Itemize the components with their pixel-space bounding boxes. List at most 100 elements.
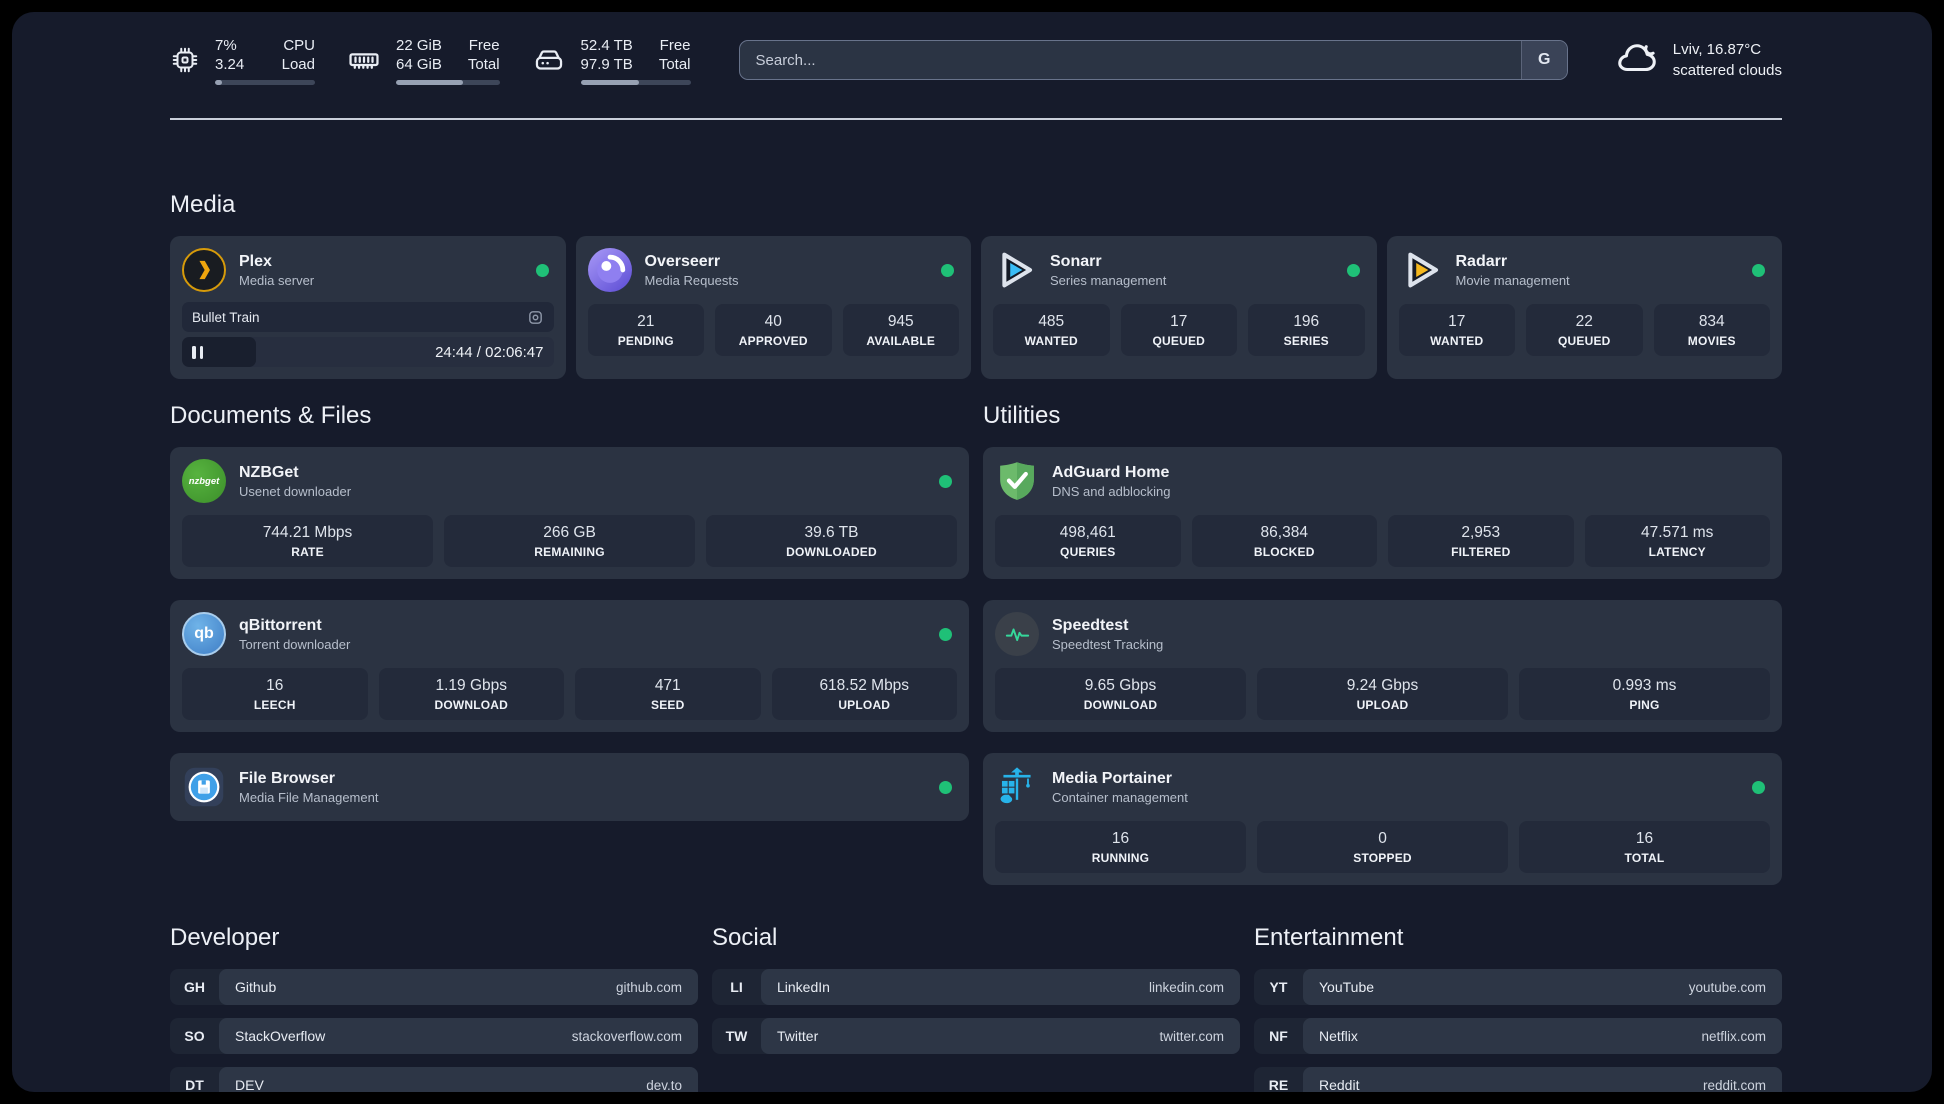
stat-label: QUEUED — [1152, 334, 1206, 348]
stat-value: 945 — [887, 313, 914, 330]
stat-label: FILTERED — [1451, 545, 1511, 559]
stat-label: WANTED — [1430, 334, 1484, 348]
qbittorrent-icon: qb — [182, 612, 226, 656]
stat-value: 471 — [654, 677, 681, 694]
stat-box: 17 WANTED — [1398, 304, 1515, 356]
app-card[interactable]: Media Portainer Container management 16 … — [983, 753, 1782, 885]
app-card[interactable]: File Browser Media File Management — [170, 753, 969, 821]
stat-box: 471 SEED — [575, 668, 761, 720]
link-url: youtube.com — [1688, 979, 1766, 995]
utilities-cards: AdGuard Home DNS and adblocking 498,461 … — [983, 447, 1782, 885]
link-section: Entertainment YT YouTube youtube.com NF … — [1254, 923, 1782, 1092]
session-icon[interactable] — [527, 309, 544, 326]
stat-box: 40 APPROVED — [715, 304, 832, 356]
nzbget-icon: nzbget — [182, 459, 226, 503]
weather-condition: scattered clouds — [1672, 62, 1782, 79]
stat-box: 9.24 Gbps UPLOAD — [1257, 668, 1508, 720]
bookmark-link[interactable]: DT DEV dev.to — [170, 1067, 698, 1092]
app-description: Series management — [1050, 272, 1167, 288]
stat-value: 47.571 ms — [1641, 524, 1714, 541]
link-name: Netflix — [1319, 1028, 1358, 1044]
app-card[interactable]: Overseerr Media Requests 21 PENDING 40 A… — [575, 236, 971, 379]
status-dot — [1346, 263, 1360, 277]
status-dot — [939, 627, 952, 641]
link-badge: YT — [1269, 979, 1288, 995]
bookmark-link[interactable]: YT YouTube youtube.com — [1254, 969, 1782, 1005]
status-dot — [535, 263, 549, 277]
stat-value: 9.24 Gbps — [1346, 677, 1419, 694]
filebrowser-icon — [182, 765, 226, 809]
link-url: twitter.com — [1159, 1028, 1224, 1044]
status-dot — [941, 263, 954, 277]
app-description: Usenet downloader — [239, 483, 352, 499]
link-section: Developer GH Github github.com SO StackO… — [170, 923, 698, 1092]
stat-value: 744.21 Mbps — [262, 524, 353, 541]
stat-box: 618.52 Mbps UPLOAD — [771, 668, 957, 720]
link-name: StackOverflow — [235, 1028, 326, 1044]
stat-label: LATENCY — [1648, 545, 1706, 559]
status-dot — [939, 780, 952, 794]
weather-location-temp: Lviv, 16.87°C — [1672, 41, 1762, 58]
stat-box: 47.571 ms LATENCY — [1584, 515, 1770, 567]
stat-bottom-value: 64 GiB — [396, 56, 442, 73]
section-documents: Documents & Files nzbget NZBGet Usenet d… — [170, 401, 969, 821]
stat-label: LEECH — [253, 698, 296, 712]
app-card[interactable]: Speedtest Speedtest Tracking 9.65 Gbps D… — [983, 600, 1782, 732]
app-description: Media File Management — [239, 789, 379, 805]
stat-value: 0.993 ms — [1612, 677, 1677, 694]
stat-value: 1.19 Gbps — [435, 677, 508, 694]
app-description: DNS and adblocking — [1052, 483, 1171, 499]
link-badge: LI — [730, 979, 743, 995]
link-name: Github — [235, 979, 277, 995]
stat-label: REMAINING — [534, 545, 605, 559]
bookmark-link[interactable]: TW Twitter twitter.com — [712, 1018, 1240, 1054]
app-card[interactable]: AdGuard Home DNS and adblocking 498,461 … — [983, 447, 1782, 579]
app-card[interactable]: Plex Media server Bullet Train 24:44 / 0… — [170, 236, 566, 379]
app-card[interactable]: nzbget NZBGet Usenet downloader 744.21 M… — [170, 447, 969, 579]
stat-box: 39.6 TB DOWNLOADED — [706, 515, 957, 567]
usage-bar — [580, 79, 691, 85]
stat-label: DOWNLOAD — [434, 698, 509, 712]
stat-value: 21 — [637, 313, 655, 330]
stat-label: PING — [1629, 698, 1660, 712]
bookmark-link[interactable]: LI LinkedIn linkedin.com — [712, 969, 1240, 1005]
stat-label: QUEUED — [1557, 334, 1611, 348]
pause-icon[interactable] — [192, 345, 203, 359]
app-stats: 498,461 QUERIES 86,384 BLOCKED 2,953 FIL… — [995, 515, 1770, 567]
portainer-icon — [995, 765, 1039, 809]
stat-value: 16 — [1111, 830, 1130, 847]
app-description: Media server — [239, 272, 315, 288]
stat-top-value: 7% — [215, 36, 237, 54]
link-url: dev.to — [646, 1077, 682, 1093]
app-name: Overseerr — [644, 252, 721, 270]
app-card[interactable]: Sonarr Series management 485 WANTED 17 Q… — [981, 236, 1377, 379]
app-card[interactable]: Radarr Movie management 17 WANTED 22 QUE… — [1386, 236, 1782, 379]
stat-label: MOVIES — [1687, 334, 1736, 348]
app-card[interactable]: qb qBittorrent Torrent downloader 16 LEE… — [170, 600, 969, 732]
weather-widget: Lviv, 16.87°C scattered clouds — [1614, 35, 1782, 86]
stat-label: WANTED — [1024, 334, 1078, 348]
bookmark-link[interactable]: NF Netflix netflix.com — [1254, 1018, 1782, 1054]
bookmark-link[interactable]: RE Reddit reddit.com — [1254, 1067, 1782, 1092]
search-engine-button[interactable]: G — [1520, 41, 1567, 79]
system-stat: 7% 3.24 CPU Load — [170, 36, 315, 85]
link-url: linkedin.com — [1148, 979, 1224, 995]
bookmark-link[interactable]: SO StackOverflow stackoverflow.com — [170, 1018, 698, 1054]
playback-time: 24:44 / 02:06:47 — [435, 343, 544, 361]
ram-icon — [347, 43, 381, 77]
app-name: Media Portainer — [1052, 769, 1173, 787]
sonarr-icon — [993, 248, 1037, 292]
bookmark-link[interactable]: GH Github github.com — [170, 969, 698, 1005]
plex-icon — [182, 248, 226, 292]
dashboard: 7% 3.24 CPU Load 22 GiB 64 GiB Free Tota… — [12, 12, 1932, 1092]
link-url: github.com — [615, 979, 682, 995]
system-stat: 52.4 TB 97.9 TB Free Total — [532, 36, 691, 85]
system-stats: 7% 3.24 CPU Load 22 GiB 64 GiB Free Tota… — [170, 36, 691, 85]
cloud-icon — [1614, 35, 1660, 86]
search-input[interactable] — [738, 40, 1568, 80]
stat-label: SERIES — [1283, 334, 1329, 348]
link-sections: Developer GH Github github.com SO StackO… — [170, 923, 1782, 1092]
player-progress[interactable]: 24:44 / 02:06:47 — [182, 337, 554, 367]
stat-top-label: CPU — [283, 36, 315, 54]
link-name: DEV — [235, 1077, 264, 1092]
